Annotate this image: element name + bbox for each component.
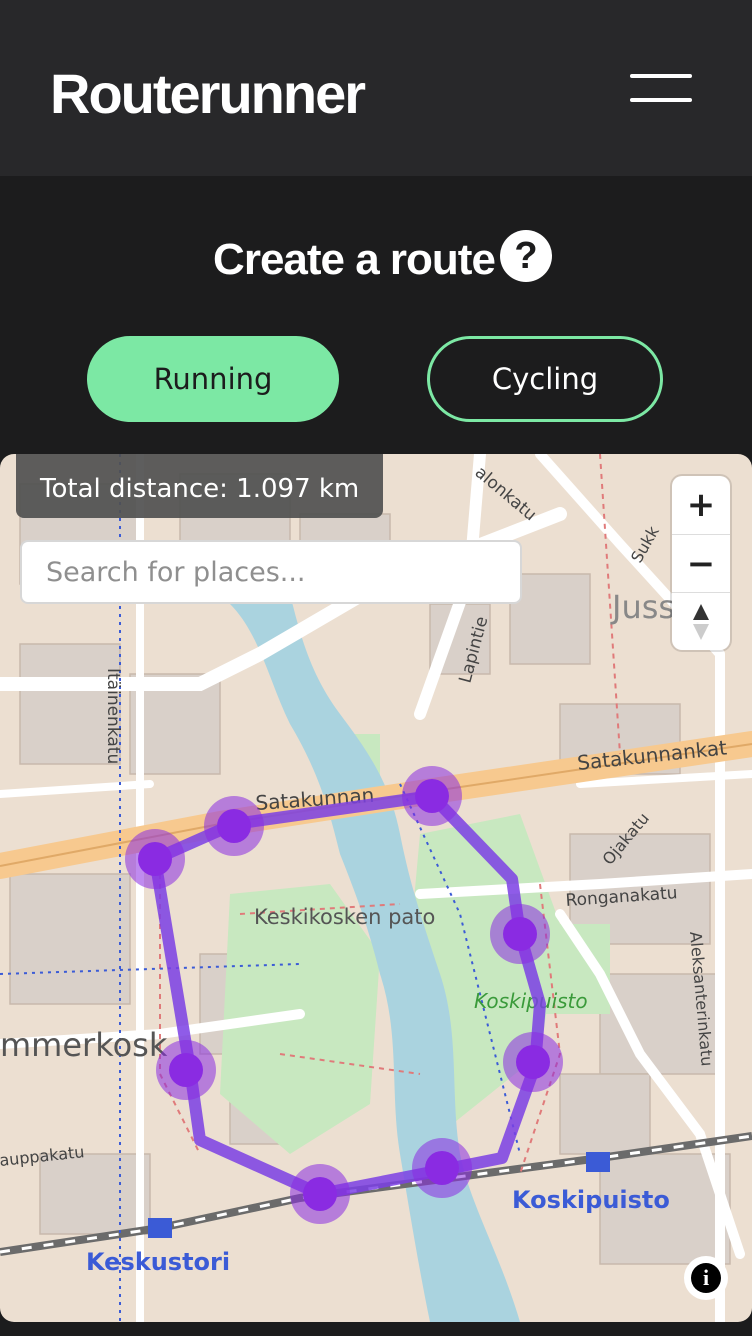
waypoint-center-1 xyxy=(138,842,172,876)
app-header: Routerunner xyxy=(0,0,752,176)
label-keskikosken-pato: Keskikosken pato xyxy=(254,905,435,929)
place-search-input[interactable] xyxy=(20,540,522,604)
total-distance-label: Total distance: 1.097 km xyxy=(16,454,384,518)
menu-bar-bottom xyxy=(630,98,692,102)
waypoint-center-2 xyxy=(217,809,251,843)
app-logo[interactable]: Routerunner xyxy=(50,58,366,130)
waypoint-center-4 xyxy=(503,917,537,951)
waypoint-center-8 xyxy=(169,1053,203,1087)
page-title-row: Create a route xyxy=(0,226,752,292)
keskustori-stop-marker xyxy=(148,1218,172,1238)
help-icon[interactable]: ? xyxy=(500,230,552,282)
hamburger-menu-icon[interactable] xyxy=(630,72,694,106)
compass-icon xyxy=(693,603,709,640)
label-hammerkoski: mmerkosk xyxy=(0,1026,168,1064)
waypoint-center-5 xyxy=(516,1045,550,1079)
koskipuisto-stop-marker xyxy=(586,1152,610,1172)
label-koskipuisto-stop: Koskipuisto xyxy=(512,1186,670,1214)
label-jussi: Juss xyxy=(610,588,675,626)
map-zoom-controls: + − xyxy=(672,476,730,650)
info-icon: i xyxy=(691,1263,721,1293)
label-sukk: Sukk xyxy=(627,522,663,566)
waypoint-center-7 xyxy=(303,1177,337,1211)
page-title: Create a route xyxy=(213,235,496,285)
zoom-out-button[interactable]: − xyxy=(672,534,730,592)
label-itainenkatu: Itäinenkatu xyxy=(103,668,123,764)
zoom-in-button[interactable]: + xyxy=(672,476,730,534)
waypoint-center-3 xyxy=(415,779,449,813)
running-mode-button[interactable]: Running xyxy=(87,336,339,422)
waypoint-center-6 xyxy=(425,1151,459,1185)
menu-bar-top xyxy=(630,74,692,78)
cycling-mode-button[interactable]: Cycling xyxy=(427,336,663,422)
map-attribution-button[interactable]: i xyxy=(684,1256,728,1300)
label-keskustori: Keskustori xyxy=(86,1248,230,1276)
compass-reset-button[interactable] xyxy=(672,592,730,650)
